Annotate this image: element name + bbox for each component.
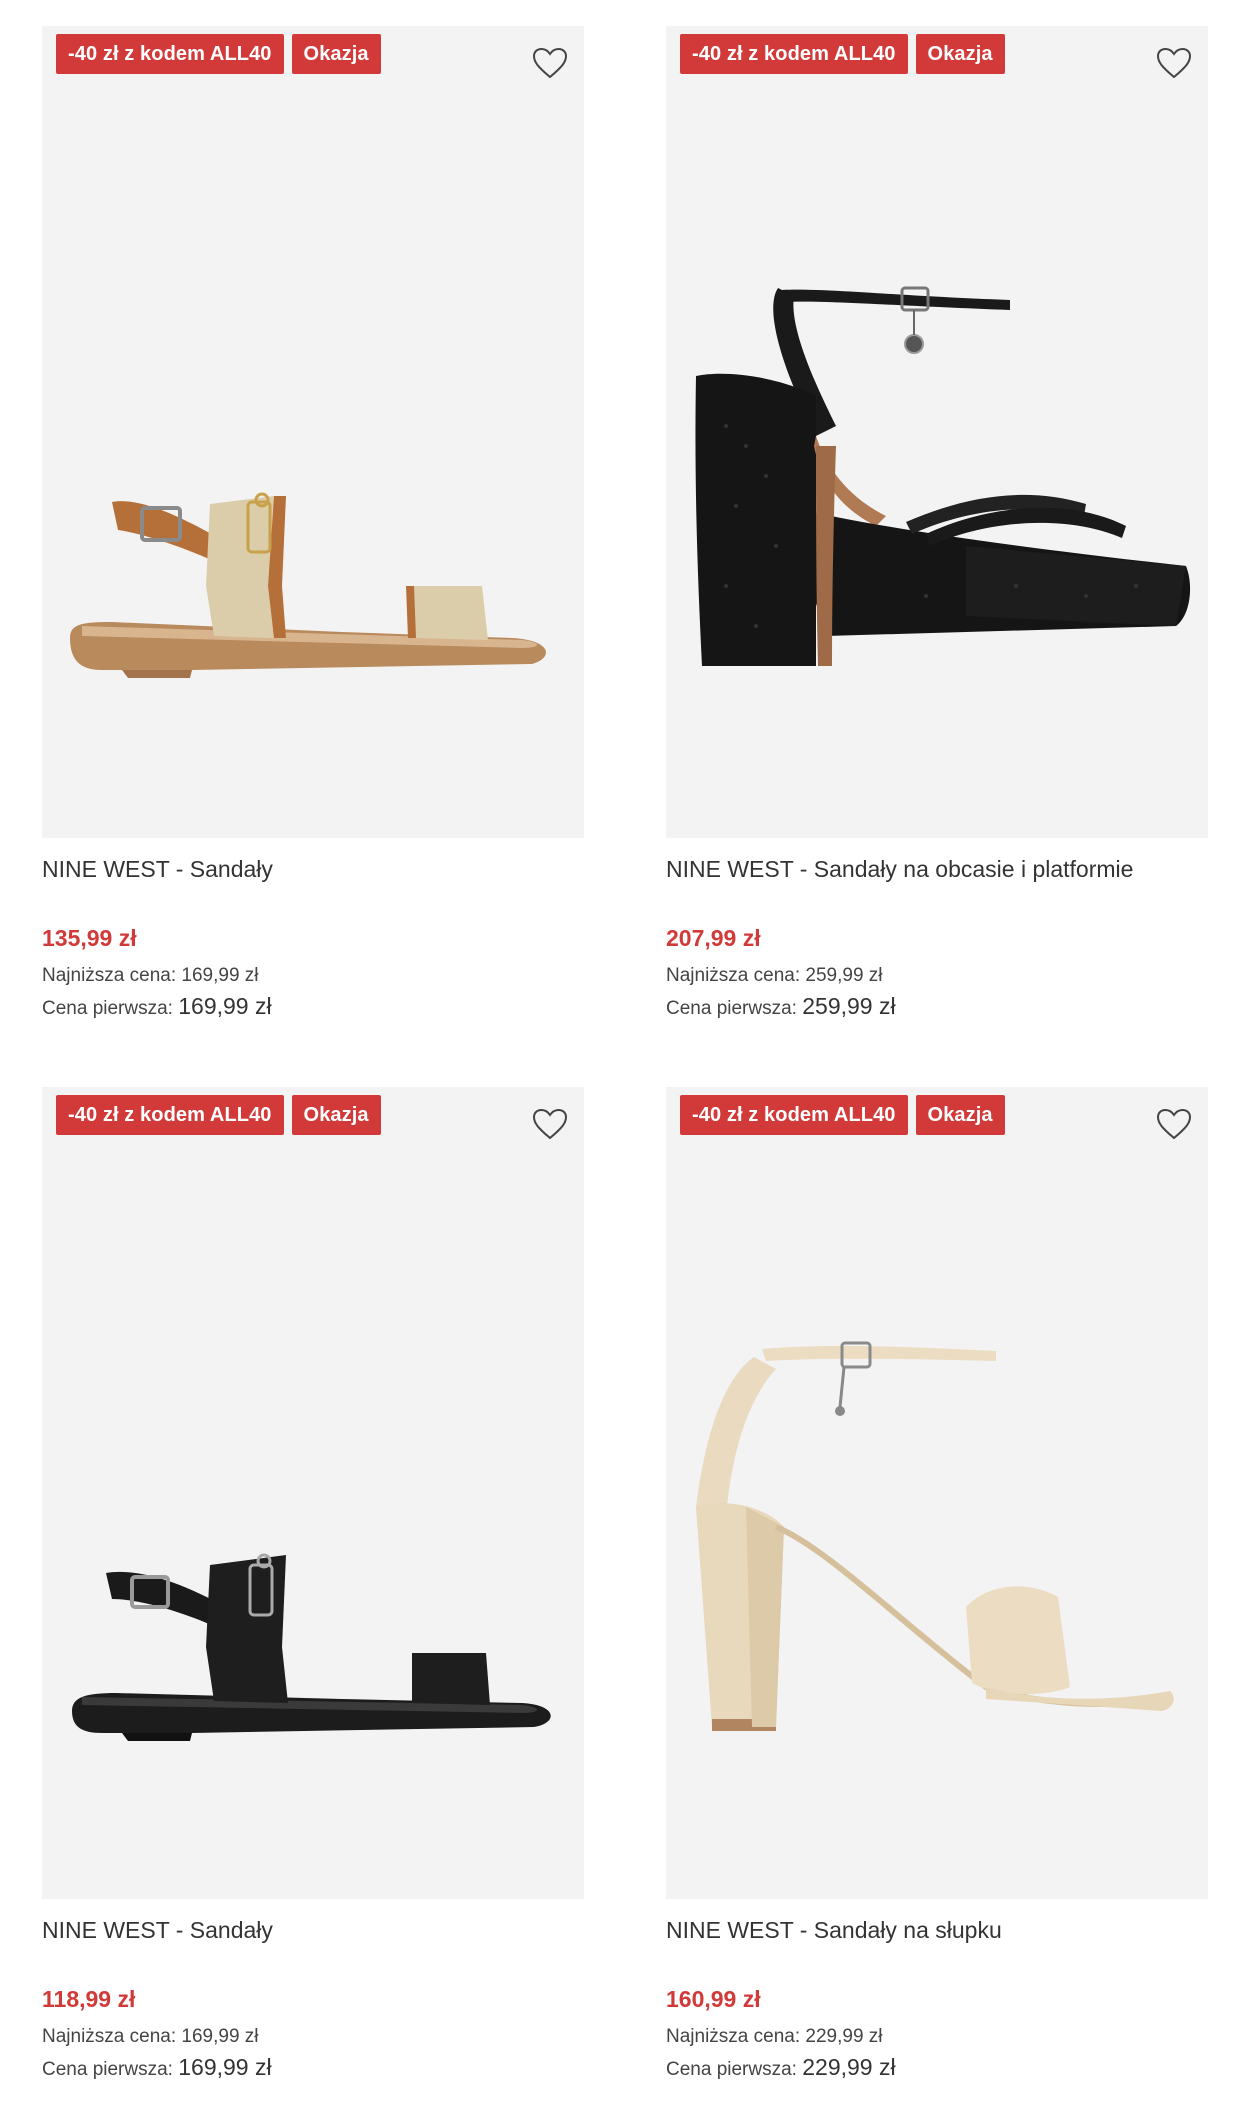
lowest-price-label: Najniższa cena: bbox=[42, 2026, 177, 2047]
lowest-price-label: Najniższa cena: bbox=[666, 2026, 801, 2047]
first-price-label: Cena pierwsza: bbox=[666, 998, 797, 1019]
heart-outline-icon bbox=[532, 47, 568, 79]
deal-badge: Okazja bbox=[915, 34, 1005, 74]
badge-group: -40 zł z kodem ALL40 Okazja bbox=[680, 34, 1005, 74]
badge-group: -40 zł z kodem ALL40 Okazja bbox=[680, 1095, 1005, 1135]
favorite-button[interactable] bbox=[1154, 1105, 1194, 1143]
product-image[interactable] bbox=[666, 26, 1208, 838]
heart-outline-icon bbox=[532, 1108, 568, 1140]
first-price-row: Cena pierwsza: 229,99 zł bbox=[666, 2052, 1208, 2085]
product-card[interactable]: -40 zł z kodem ALL40 Okazja NINE WEST - … bbox=[42, 26, 584, 1024]
first-price-row: Cena pierwsza: 259,99 zł bbox=[666, 991, 1208, 1024]
first-price-label: Cena pierwsza: bbox=[666, 2059, 797, 2080]
promo-code-badge: -40 zł z kodem ALL40 bbox=[56, 1095, 284, 1135]
product-image[interactable] bbox=[666, 1087, 1208, 1899]
product-grid: -40 zł z kodem ALL40 Okazja NINE WEST - … bbox=[0, 0, 1250, 2123]
lowest-price-value: 229,99 zł bbox=[805, 2026, 883, 2047]
promo-code-badge: -40 zł z kodem ALL40 bbox=[680, 1095, 908, 1135]
heart-outline-icon bbox=[1156, 1108, 1192, 1140]
lowest-price-row: Najniższa cena: 169,99 zł bbox=[42, 2021, 584, 2052]
heart-outline-icon bbox=[1156, 47, 1192, 79]
product-image-area[interactable]: -40 zł z kodem ALL40 Okazja bbox=[666, 26, 1208, 838]
product-image-area[interactable]: -40 zł z kodem ALL40 Okazja bbox=[666, 1087, 1208, 1899]
lowest-price-row: Najniższa cena: 229,99 zł bbox=[666, 2021, 1208, 2052]
product-price: 160,99 zł bbox=[666, 1986, 761, 2012]
first-price-value: 229,99 zł bbox=[802, 2054, 896, 2080]
product-price: 135,99 zł bbox=[42, 925, 137, 951]
product-price: 207,99 zł bbox=[666, 925, 761, 951]
lowest-price-row: Najniższa cena: 169,99 zł bbox=[42, 960, 584, 991]
promo-code-badge: -40 zł z kodem ALL40 bbox=[680, 34, 908, 74]
lowest-price-row: Najniższa cena: 259,99 zł bbox=[666, 960, 1208, 991]
product-title[interactable]: NINE WEST - Sandały na obcasie i platfor… bbox=[666, 854, 1208, 884]
lowest-price-label: Najniższa cena: bbox=[42, 965, 177, 986]
product-title[interactable]: NINE WEST - Sandały bbox=[42, 854, 584, 884]
deal-badge: Okazja bbox=[291, 1095, 381, 1135]
product-image[interactable] bbox=[42, 26, 584, 838]
lowest-price-value: 169,99 zł bbox=[181, 2026, 259, 2047]
product-card[interactable]: -40 zł z kodem ALL40 Okazja NINE WEST - … bbox=[666, 26, 1208, 1024]
product-image-area[interactable]: -40 zł z kodem ALL40 Okazja bbox=[42, 1087, 584, 1899]
product-title[interactable]: NINE WEST - Sandały bbox=[42, 1915, 584, 1945]
badge-group: -40 zł z kodem ALL40 Okazja bbox=[56, 34, 381, 74]
first-price-value: 169,99 zł bbox=[178, 993, 272, 1019]
badge-group: -40 zł z kodem ALL40 Okazja bbox=[56, 1095, 381, 1135]
deal-badge: Okazja bbox=[915, 1095, 1005, 1135]
first-price-row: Cena pierwsza: 169,99 zł bbox=[42, 2052, 584, 2085]
product-price: 118,99 zł bbox=[42, 1986, 136, 2012]
first-price-label: Cena pierwsza: bbox=[42, 998, 173, 1019]
lowest-price-value: 259,99 zł bbox=[805, 965, 883, 986]
product-card[interactable]: -40 zł z kodem ALL40 Okazja NINE WEST - … bbox=[666, 1087, 1208, 2085]
lowest-price-label: Najniższa cena: bbox=[666, 965, 801, 986]
first-price-label: Cena pierwsza: bbox=[42, 2059, 173, 2080]
product-card[interactable]: -40 zł z kodem ALL40 Okazja NINE WEST - … bbox=[42, 1087, 584, 2085]
product-image-area[interactable]: -40 zł z kodem ALL40 Okazja bbox=[42, 26, 584, 838]
product-title[interactable]: NINE WEST - Sandały na słupku bbox=[666, 1915, 1208, 1945]
lowest-price-value: 169,99 zł bbox=[181, 965, 259, 986]
product-image[interactable] bbox=[42, 1087, 584, 1899]
favorite-button[interactable] bbox=[530, 44, 570, 82]
first-price-value: 259,99 zł bbox=[802, 993, 896, 1019]
first-price-value: 169,99 zł bbox=[178, 2054, 272, 2080]
first-price-row: Cena pierwsza: 169,99 zł bbox=[42, 991, 584, 1024]
favorite-button[interactable] bbox=[530, 1105, 570, 1143]
promo-code-badge: -40 zł z kodem ALL40 bbox=[56, 34, 284, 74]
deal-badge: Okazja bbox=[291, 34, 381, 74]
favorite-button[interactable] bbox=[1154, 44, 1194, 82]
